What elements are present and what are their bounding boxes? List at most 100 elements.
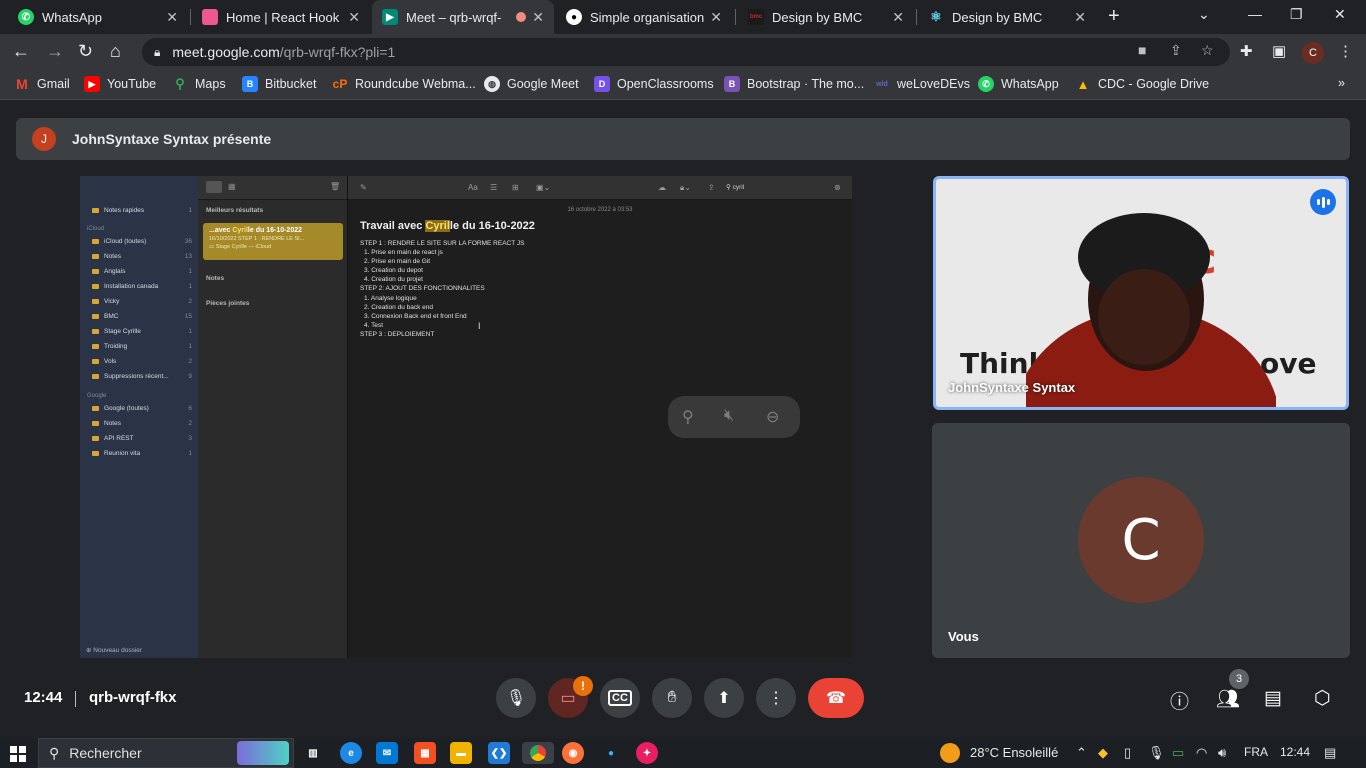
volume-icon[interactable]: 🔊︎ xyxy=(1218,745,1226,761)
task-view-icon[interactable]: ▥ xyxy=(302,742,324,764)
side-panel-icon[interactable]: ▣ xyxy=(1272,42,1286,60)
notification-icon[interactable]: ▤ xyxy=(1324,745,1336,761)
tray-phone-icon[interactable]: ▯ xyxy=(1124,745,1131,761)
restore-button[interactable]: ❐ xyxy=(1290,6,1303,23)
close-icon[interactable]: ✕ xyxy=(892,9,904,26)
bookmark-youtube[interactable]: ▶ YouTube xyxy=(84,76,156,92)
folder-item[interactable]: Notes 13 xyxy=(92,253,192,260)
folder-item[interactable]: Vicky 2 xyxy=(92,298,192,305)
clear-search-icon[interactable]: ⊗ xyxy=(834,183,841,192)
activities-icon[interactable]: ⬡ xyxy=(1314,687,1331,710)
trash-icon[interactable]: 🗑︎ xyxy=(330,182,340,191)
taskbar-search[interactable]: ⚲ Rechercher xyxy=(38,738,294,768)
people-icon[interactable]: 👥︎ xyxy=(1216,687,1240,711)
file-explorer-icon[interactable]: ▬ xyxy=(450,742,472,764)
close-window-button[interactable]: ✕ xyxy=(1334,6,1346,23)
note-editor[interactable]: ✎ Aa ☰ ⊞ ▣⌄ ☁ 🔒︎⌄ ⇪ ⚲ cyril ⊗ 16 octobre… xyxy=(348,176,852,658)
folder-notes-rapides[interactable]: Notes rapides 1 xyxy=(92,207,192,214)
folder-item[interactable]: Vols 2 xyxy=(92,358,192,365)
present-button[interactable]: ⬆ xyxy=(704,678,744,718)
back-button[interactable]: ← xyxy=(12,41,30,62)
bookmark-welovedevs[interactable]: wld weLoveDEvs xyxy=(874,76,970,92)
camera-in-use-icon[interactable]: ■ xyxy=(1138,42,1146,58)
bookmark-star-icon[interactable]: ☆ xyxy=(1201,42,1214,59)
leave-call-button[interactable]: ☎ xyxy=(808,678,864,718)
raise-hand-button[interactable]: ✋︎ xyxy=(652,678,692,718)
github-desktop-icon[interactable]: ● xyxy=(600,742,622,764)
bookmark-roundcube[interactable]: cP Roundcube Webma... xyxy=(332,76,476,92)
new-folder-button[interactable]: ⊕ Nouveau dossier xyxy=(86,646,142,654)
language-indicator[interactable]: FRA xyxy=(1244,745,1268,759)
extensions-icon[interactable]: ✚ xyxy=(1240,42,1253,60)
pin-off-icon[interactable]: ⚲ xyxy=(682,407,694,427)
bookmark-maps[interactable]: ⚲ Maps xyxy=(172,76,225,92)
note-card[interactable]: ...avec Cyrille du 16-10-2022 16/10/2022… xyxy=(203,223,343,260)
tab-whatsapp[interactable]: ✆ WhatsApp ✕ xyxy=(8,0,188,34)
wifi-icon[interactable]: ◠ xyxy=(1196,745,1207,761)
list-view-icon[interactable] xyxy=(206,181,222,193)
profile-avatar[interactable]: C xyxy=(1302,42,1324,64)
meeting-info-icon[interactable]: ⓘ xyxy=(1170,687,1189,714)
folder-item[interactable]: Installation canada 1 xyxy=(92,283,192,290)
tab-github[interactable]: ● Simple organisation · J ✕ xyxy=(556,0,732,34)
folder-item[interactable]: Troiding 1 xyxy=(92,343,192,350)
tab-bmc[interactable]: bmc Design by BMC ✕ xyxy=(738,0,914,34)
compose-icon[interactable]: ✎ xyxy=(360,183,367,192)
bookmark-whatsapp[interactable]: ✆ WhatsApp xyxy=(978,76,1059,92)
folder-item[interactable]: Anglais 1 xyxy=(92,268,192,275)
windows-start-icon[interactable] xyxy=(10,746,26,762)
bookmark-gmail[interactable]: M Gmail xyxy=(14,76,70,92)
meeting-code[interactable]: qrb-wrqf-fkx xyxy=(89,689,177,706)
media-icon[interactable]: ▣⌄ xyxy=(536,183,550,192)
folder-item[interactable]: API REST 3 xyxy=(92,435,192,442)
participant-tile-self[interactable]: C Vous xyxy=(932,423,1350,658)
folder-item[interactable]: Google (toutes) 6 xyxy=(92,405,192,412)
chrome-icon[interactable] xyxy=(522,742,554,764)
bookmark-bootstrap[interactable]: B Bootstrap · The mo... xyxy=(724,76,864,92)
tray-app-icon[interactable]: ◆ xyxy=(1098,745,1108,761)
folder-item[interactable]: Stage Cyrille 1 xyxy=(92,328,192,335)
tray-mic-icon[interactable]: 🎙︎ xyxy=(1148,745,1165,761)
bookmark-openclassrooms[interactable]: D OpenClassrooms xyxy=(594,76,714,92)
store-icon[interactable]: ▦ xyxy=(414,742,436,764)
tab-react-hook-form[interactable]: Home | React Hook Fo ✕ xyxy=(192,0,370,34)
address-bar[interactable]: 🔒︎ meet.google.com/qrb-wrqf-fkx?pli=1 xyxy=(142,38,1230,66)
forward-button[interactable]: → xyxy=(46,41,64,62)
table-icon[interactable]: ⊞ xyxy=(512,183,519,192)
home-button[interactable]: ⌂ xyxy=(110,41,121,62)
more-bookmarks-button[interactable]: » xyxy=(1338,76,1345,90)
mail-icon[interactable]: ✉ xyxy=(376,742,398,764)
reload-button[interactable]: ↻ xyxy=(78,41,93,62)
collaborate-icon[interactable]: ☁ xyxy=(658,183,666,192)
tab-search-icon[interactable]: ⌄ xyxy=(1198,6,1210,23)
vscode-icon[interactable]: ❮❯ xyxy=(488,742,510,764)
folder-item[interactable]: Reunion vita 1 xyxy=(92,450,192,457)
close-icon[interactable]: ✕ xyxy=(710,9,722,26)
checklist-icon[interactable]: ☰ xyxy=(490,183,497,192)
shared-screen[interactable]: Notes rapides 1 iCloud iCloud (toutes) 36 N… xyxy=(80,176,852,658)
close-icon[interactable]: ✕ xyxy=(1074,9,1086,26)
notes-search-field[interactable]: ⚲ cyril xyxy=(726,183,744,191)
bookmark-google-meet[interactable]: ◍ Google Meet xyxy=(484,76,579,92)
menu-icon[interactable]: ⋮ xyxy=(1338,42,1353,60)
bookmark-cdc-drive[interactable]: ▲ CDC - Google Drive xyxy=(1075,76,1210,92)
firefox-icon[interactable]: ◉ xyxy=(562,742,584,764)
format-icon[interactable]: Aa xyxy=(468,183,478,192)
microphone-button[interactable]: 🎙︎ xyxy=(496,678,536,718)
tab-bmc-react[interactable]: ⚛ Design by BMC ✕ xyxy=(918,0,1096,34)
folder-item[interactable]: Notes 2 xyxy=(92,420,192,427)
battery-icon[interactable]: ▭ xyxy=(1172,745,1184,761)
folder-item[interactable]: iCloud (toutes) 36 xyxy=(92,238,192,245)
new-tab-button[interactable]: + xyxy=(1108,5,1120,28)
participant-tile-remote[interactable]: mc GN Think ove JohnSyntaxe Syntax xyxy=(933,176,1349,410)
tab-meet[interactable]: ▶ Meet – qrb-wrqf- ✕ xyxy=(372,0,554,34)
more-options-button[interactable]: ⋮ xyxy=(756,678,796,718)
close-icon[interactable]: ✕ xyxy=(532,9,544,26)
mute-off-icon[interactable]: 🔇︎ xyxy=(724,407,734,425)
minimize-button[interactable]: — xyxy=(1248,6,1262,22)
gallery-view-icon[interactable]: ▦ xyxy=(228,182,236,191)
remove-icon[interactable]: ⊖ xyxy=(766,407,779,427)
captions-button[interactable]: CC xyxy=(600,678,640,718)
folder-item[interactable]: BMC 15 xyxy=(92,313,192,320)
note-body[interactable]: STEP 1 : RENDRE LE SITE SUR LA FORME REA… xyxy=(360,239,524,339)
